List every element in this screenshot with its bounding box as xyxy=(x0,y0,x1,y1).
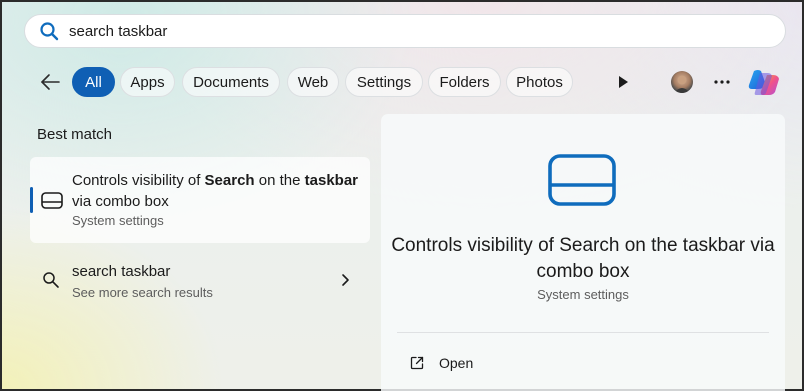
filter-all[interactable]: All xyxy=(72,67,115,97)
best-match-result[interactable]: Controls visibility of Search on the tas… xyxy=(30,157,370,243)
filter-photos[interactable]: Photos xyxy=(506,67,573,97)
taskbar-settings-icon xyxy=(548,154,616,206)
web-search-result[interactable]: search taskbar See more search results xyxy=(30,254,370,310)
filter-settings[interactable]: Settings xyxy=(345,67,423,97)
best-match-heading: Best match xyxy=(37,126,113,143)
filter-web[interactable]: Web xyxy=(287,67,339,97)
best-match-subtitle: System settings xyxy=(72,213,164,228)
divider xyxy=(397,332,769,333)
detail-pane: Controls visibility of Search on the tas… xyxy=(381,114,785,391)
play-icon xyxy=(619,76,628,88)
best-match-title-part: Controls visibility of xyxy=(72,172,205,189)
detail-title: Controls visibility of Search on the tas… xyxy=(391,235,775,282)
filter-folders[interactable]: Folders xyxy=(428,67,501,97)
search-icon xyxy=(43,272,59,288)
best-match-title-part: via combo box xyxy=(72,193,169,210)
back-button[interactable] xyxy=(38,71,62,93)
more-options-button[interactable] xyxy=(710,71,734,93)
open-button[interactable]: Open xyxy=(397,348,769,378)
web-search-title: search taskbar xyxy=(72,263,171,280)
selection-indicator xyxy=(30,187,33,213)
chevron-right-icon[interactable] xyxy=(340,273,350,287)
web-search-subtitle: See more search results xyxy=(72,285,213,300)
user-avatar[interactable] xyxy=(671,71,693,93)
copilot-icon[interactable] xyxy=(746,67,782,97)
open-label: Open xyxy=(439,355,474,371)
back-arrow-icon xyxy=(41,74,60,90)
search-icon xyxy=(40,22,59,41)
ellipsis-icon xyxy=(714,80,730,84)
person-icon xyxy=(674,75,690,93)
best-match-title-bold: Search xyxy=(204,172,255,189)
filter-documents[interactable]: Documents xyxy=(182,67,280,97)
taskbar-settings-icon xyxy=(41,192,63,209)
open-external-icon xyxy=(410,356,424,370)
detail-subtitle: System settings xyxy=(537,287,629,302)
best-match-title: Controls visibility of Search on the tas… xyxy=(72,170,362,212)
search-box[interactable] xyxy=(24,14,786,48)
filter-bar: All Apps Documents Web Settings Folders … xyxy=(2,64,804,100)
best-match-title-bold: taskbar xyxy=(304,172,359,189)
best-match-title-part: on the xyxy=(254,172,305,189)
search-input[interactable] xyxy=(69,22,749,40)
filter-apps[interactable]: Apps xyxy=(120,67,175,97)
more-filters-button[interactable] xyxy=(614,73,632,91)
